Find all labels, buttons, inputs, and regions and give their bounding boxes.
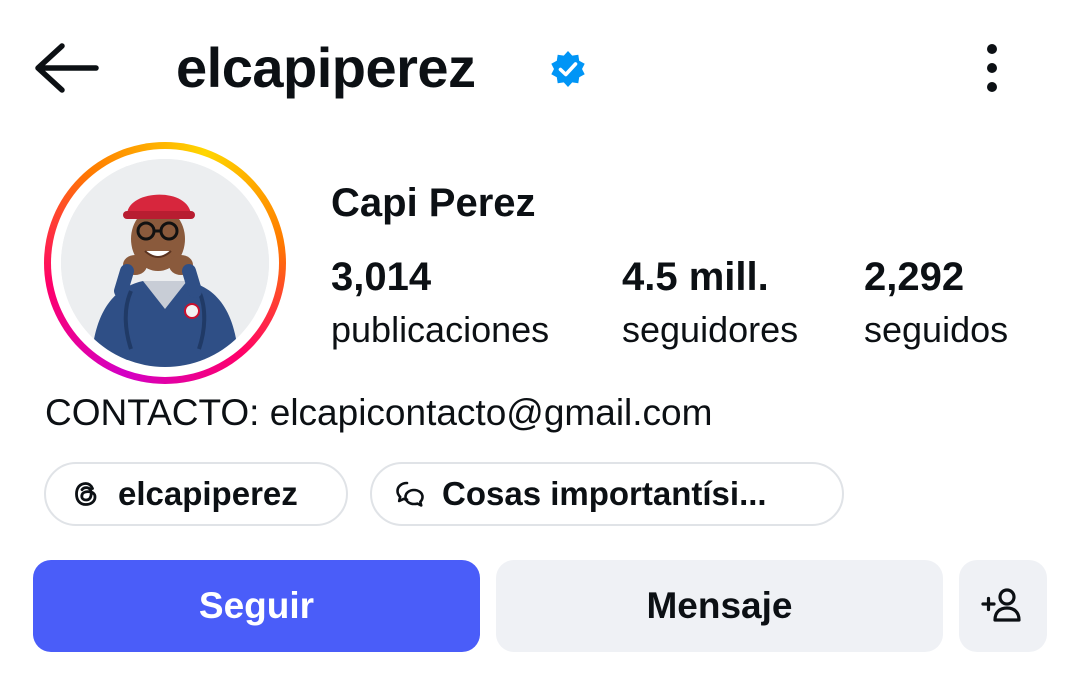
stat-following[interactable]: 2,292 seguidos	[864, 252, 1008, 354]
story-ring[interactable]	[44, 142, 286, 384]
add-person-icon	[981, 588, 1021, 622]
following-count: 2,292	[864, 255, 965, 299]
profile-username: elcapiperez	[176, 36, 476, 99]
verified-badge-icon	[548, 49, 588, 89]
follow-button[interactable]: Seguir	[33, 560, 480, 652]
message-button[interactable]: Mensaje	[496, 560, 943, 652]
followers-count: 4.5 mill.	[622, 255, 769, 299]
bio-text: CONTACTO: elcapicontacto@gmail.com	[45, 392, 713, 433]
more-options-button[interactable]	[968, 38, 1016, 98]
followers-label: seguidores	[622, 309, 799, 350]
profile-photo	[61, 159, 269, 367]
posts-label: publicaciones	[331, 309, 550, 350]
chat-bubbles-icon	[396, 481, 424, 507]
arrow-left-icon	[35, 43, 99, 93]
channel-chip-label: Cosas importantísi...	[442, 475, 767, 512]
following-label: seguidos	[864, 309, 1009, 350]
back-button[interactable]	[28, 38, 104, 98]
threads-chip[interactable]: elcapiperez	[44, 462, 348, 526]
channel-chip[interactable]: Cosas importantísi...	[370, 462, 844, 526]
posts-count: 3,014	[331, 255, 432, 299]
top-bar: elcapiperez	[0, 0, 1080, 140]
more-vertical-icon	[987, 44, 997, 92]
profile-full-name: Capi Perez	[331, 181, 536, 225]
stat-posts[interactable]: 3,014 publicaciones	[331, 252, 549, 354]
suggested-accounts-button[interactable]	[959, 560, 1047, 652]
stat-followers[interactable]: 4.5 mill. seguidores	[622, 252, 798, 354]
avatar[interactable]	[61, 159, 269, 367]
threads-chip-label: elcapiperez	[118, 475, 298, 512]
threads-icon	[75, 482, 97, 506]
